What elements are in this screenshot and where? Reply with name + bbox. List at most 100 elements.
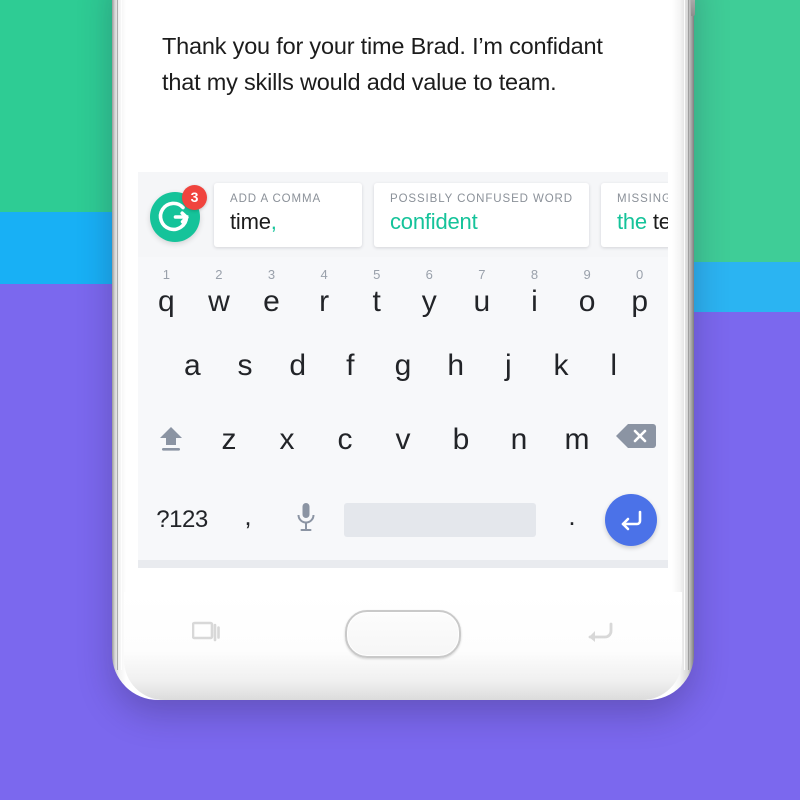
enter-return-icon [621, 510, 642, 531]
key-letter-p: p [631, 285, 649, 318]
symbols-key[interactable]: ?123 [144, 506, 220, 534]
key-l[interactable]: l [587, 335, 640, 409]
suggestion-value-plain: time [230, 208, 271, 234]
phone-rim-left-outer [117, 0, 118, 670]
keyboard-bottom-edge [138, 560, 668, 568]
microphone-icon [297, 502, 315, 531]
key-o[interactable]: 9 o [561, 261, 614, 335]
suggestion-card-possibly-confused-word[interactable]: POSSIBLY CONFUSED WORD confident [374, 182, 589, 247]
phone-rim-left-inner [121, 0, 122, 670]
key-num-3: 3 [267, 267, 276, 282]
key-z[interactable]: z [200, 409, 258, 483]
key-num-2: 2 [215, 267, 223, 282]
key-letter-s: s [237, 349, 253, 382]
suggestion-card-value: confident [390, 209, 573, 235]
suggestion-card-value: time, [230, 209, 346, 235]
key-u[interactable]: 7 u [456, 261, 509, 335]
key-letter-f: f [346, 349, 355, 382]
suggestion-card-missing-word[interactable]: MISSING W the tea [600, 182, 668, 247]
compose-text[interactable]: Thank you for your time Brad. I’m confid… [162, 28, 644, 100]
key-m[interactable]: m [548, 409, 606, 483]
key-j[interactable]: j [482, 335, 535, 409]
key-num-8: 8 [530, 267, 539, 282]
keyboard-row-2: a s d f g h j k l [138, 335, 668, 409]
phone-rim-right-inner [684, 0, 685, 670]
key-s[interactable]: s [219, 335, 272, 409]
suggestion-card-label: MISSING W [616, 192, 668, 205]
key-letter-k: k [553, 349, 569, 382]
suggestion-value-highlight: confident [390, 208, 478, 234]
microphone-key[interactable] [276, 500, 336, 541]
comma-key[interactable]: , [220, 501, 276, 540]
key-f[interactable]: f [324, 335, 377, 409]
key-y[interactable]: 6 y [403, 261, 456, 335]
key-e[interactable]: 3 e [245, 261, 298, 335]
key-c[interactable]: c [316, 409, 374, 483]
key-h[interactable]: h [429, 335, 482, 409]
key-letter-v: v [395, 423, 411, 456]
key-n[interactable]: n [490, 409, 548, 483]
suggestion-card-add-a-comma[interactable]: ADD A COMMA time, [214, 182, 362, 247]
keyboard-row-1: 1 q 2 w 3 e 4 r 5 t 6 y 7 u 8 i 9 o 0 p [138, 261, 668, 335]
key-a[interactable]: a [166, 335, 219, 409]
key-letter-o: o [578, 285, 596, 318]
key-b[interactable]: b [432, 409, 490, 483]
period-key[interactable]: . [544, 501, 600, 540]
key-letter-h: h [447, 349, 465, 382]
shift-key[interactable] [142, 409, 200, 483]
key-k[interactable]: k [535, 335, 588, 409]
key-q[interactable]: 1 q [140, 261, 193, 335]
suggestion-card-value: the tea [617, 209, 668, 235]
spacebar-key[interactable] [344, 503, 536, 537]
suggestion-card-label: ADD A COMMA [230, 192, 322, 205]
keyboard-row-4: ?123 , . [138, 483, 668, 557]
key-num-4: 4 [320, 267, 328, 282]
key-letter-u: u [473, 285, 491, 318]
key-r[interactable]: 4 r [298, 261, 351, 335]
backspace-icon [616, 424, 656, 448]
phone-device: Thank you for your time Brad. I’m confid… [112, 0, 695, 700]
key-num-9: 9 [583, 267, 591, 282]
grammarly-badge-count: 3 [182, 184, 207, 210]
grammarly-suggestion-bar: 3 ADD A COMMA time, POSSIBLY CONFUSED WO… [138, 172, 668, 257]
key-num-5: 5 [373, 267, 381, 282]
key-letter-i: i [531, 285, 538, 318]
key-g[interactable]: g [377, 335, 430, 409]
recents-icon[interactable] [191, 620, 222, 644]
phone-rim-right-outer [688, 0, 689, 670]
key-letter-c: c [337, 423, 353, 456]
key-x[interactable]: x [258, 409, 316, 483]
backspace-key[interactable] [606, 409, 664, 483]
key-num-7: 7 [478, 267, 486, 282]
key-w[interactable]: 2 w [193, 261, 246, 335]
key-letter-x: x [279, 423, 295, 456]
grammarly-logo-wrap[interactable]: 3 [148, 184, 207, 244]
suggestion-card-label: POSSIBLY CONFUSED WORD [390, 192, 573, 205]
key-i[interactable]: 8 i [508, 261, 561, 335]
home-button[interactable] [345, 610, 461, 658]
key-letter-e: e [263, 285, 280, 318]
suggestion-value-highlight: , [270, 208, 277, 234]
enter-key[interactable] [600, 494, 662, 546]
key-letter-g: g [394, 349, 412, 382]
phone-bottom-bezel [124, 592, 682, 700]
back-icon[interactable] [584, 620, 614, 644]
suggestion-value-highlight: the [616, 208, 647, 234]
key-p[interactable]: 0 p [613, 261, 666, 335]
screenshot-stage: Thank you for your time Brad. I’m confid… [0, 0, 800, 800]
power-button[interactable] [691, 0, 695, 16]
keyboard-row-3: z x c v b n m [138, 409, 668, 483]
key-letter-r: r [319, 285, 330, 318]
key-letter-j: j [505, 349, 512, 382]
key-letter-m: m [564, 423, 590, 456]
shift-icon [160, 427, 182, 451]
key-v[interactable]: v [374, 409, 432, 483]
enter-key-circle[interactable] [605, 494, 657, 546]
key-letter-d: d [289, 349, 306, 382]
compose-area[interactable]: Thank you for your time Brad. I’m confid… [138, 0, 668, 172]
key-d[interactable]: d [271, 335, 324, 409]
key-letter-z: z [221, 423, 237, 456]
on-screen-keyboard: 1 q 2 w 3 e 4 r 5 t 6 y 7 u 8 i 9 o 0 p … [138, 257, 668, 568]
key-t[interactable]: 5 t [350, 261, 403, 335]
phone-screen: Thank you for your time Brad. I’m confid… [138, 0, 668, 568]
